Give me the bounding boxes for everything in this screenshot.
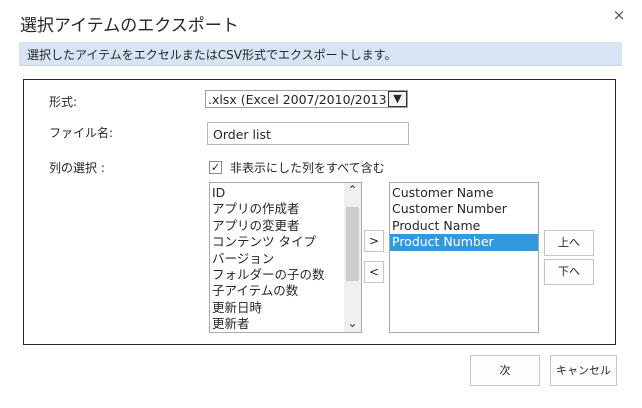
add-column-button[interactable]: > (364, 230, 384, 252)
info-banner-text: 選択したアイテムをエクセルまたはCSV形式でエクスポートします。 (27, 48, 397, 62)
list-item[interactable]: アプリの変更者 (210, 218, 343, 234)
list-item[interactable]: 更新日時 (210, 300, 343, 316)
selected-columns-items: Customer Name Customer Number Product Name… (390, 185, 538, 251)
close-icon[interactable]: × (611, 6, 627, 24)
filename-label: ファイル名: (49, 126, 114, 140)
format-select-value: .xlsx (Excel 2007/2010/2013) (208, 92, 386, 107)
info-banner: 選択したアイテムをエクセルまたはCSV形式でエクスポートします。 (19, 42, 622, 66)
list-item[interactable]: アプリの作成者 (210, 201, 343, 217)
list-item[interactable]: Customer Name (390, 185, 538, 201)
next-button[interactable]: 次 (470, 355, 540, 386)
include-hidden-checkbox[interactable]: ✓ (209, 161, 222, 174)
dialog-title: 選択アイテムのエクスポート (20, 16, 239, 36)
move-up-button[interactable]: 上へ (544, 230, 594, 256)
chevron-down-icon[interactable]: ▼ (388, 91, 407, 107)
scrollbar-thumb[interactable] (346, 207, 359, 281)
list-item[interactable]: 子アイテムの数 (210, 283, 343, 299)
available-columns-list[interactable]: ID アプリの作成者 アプリの変更者 コンテンツ タイプ バージョン フォルダーの子の数子… (209, 182, 362, 333)
format-label: 形式: (49, 95, 78, 109)
list-item[interactable]: フォルダーの子の数 (210, 267, 343, 283)
list-item[interactable]: ID (210, 185, 343, 201)
list-item[interactable]: Customer Number (390, 201, 538, 217)
move-down-button[interactable]: 下へ (544, 259, 594, 285)
format-select[interactable]: .xlsx (Excel 2007/2010/2013) ▼ (205, 90, 408, 108)
include-hidden-label: 非表示にした列をすべて含む (230, 161, 385, 175)
list-item[interactable]: Product Name (390, 218, 538, 234)
list-item[interactable]: 更新者 (210, 316, 343, 332)
list-item[interactable]: コンテンツ タイプ (210, 234, 343, 250)
scroll-down-icon[interactable]: ⌄ (344, 316, 361, 332)
available-columns-items: ID アプリの作成者 アプリの変更者 コンテンツ タイプ バージョン フォルダーの子の数子… (210, 185, 343, 332)
checkmark-icon: ✓ (210, 161, 221, 174)
list-item[interactable]: Product Number (390, 234, 538, 251)
cancel-button[interactable]: キャンセル (550, 355, 617, 386)
list-item[interactable]: バージョン (210, 251, 343, 267)
available-columns-scrollbar[interactable]: ⌃ ⌄ (344, 183, 361, 332)
columns-label: 列の選択 : (49, 161, 105, 175)
selected-columns-list[interactable]: Customer Name Customer Number Product Name… (389, 182, 539, 333)
filename-input[interactable] (207, 122, 409, 145)
remove-column-button[interactable]: < (364, 261, 384, 283)
scroll-up-icon[interactable]: ⌃ (344, 183, 361, 200)
